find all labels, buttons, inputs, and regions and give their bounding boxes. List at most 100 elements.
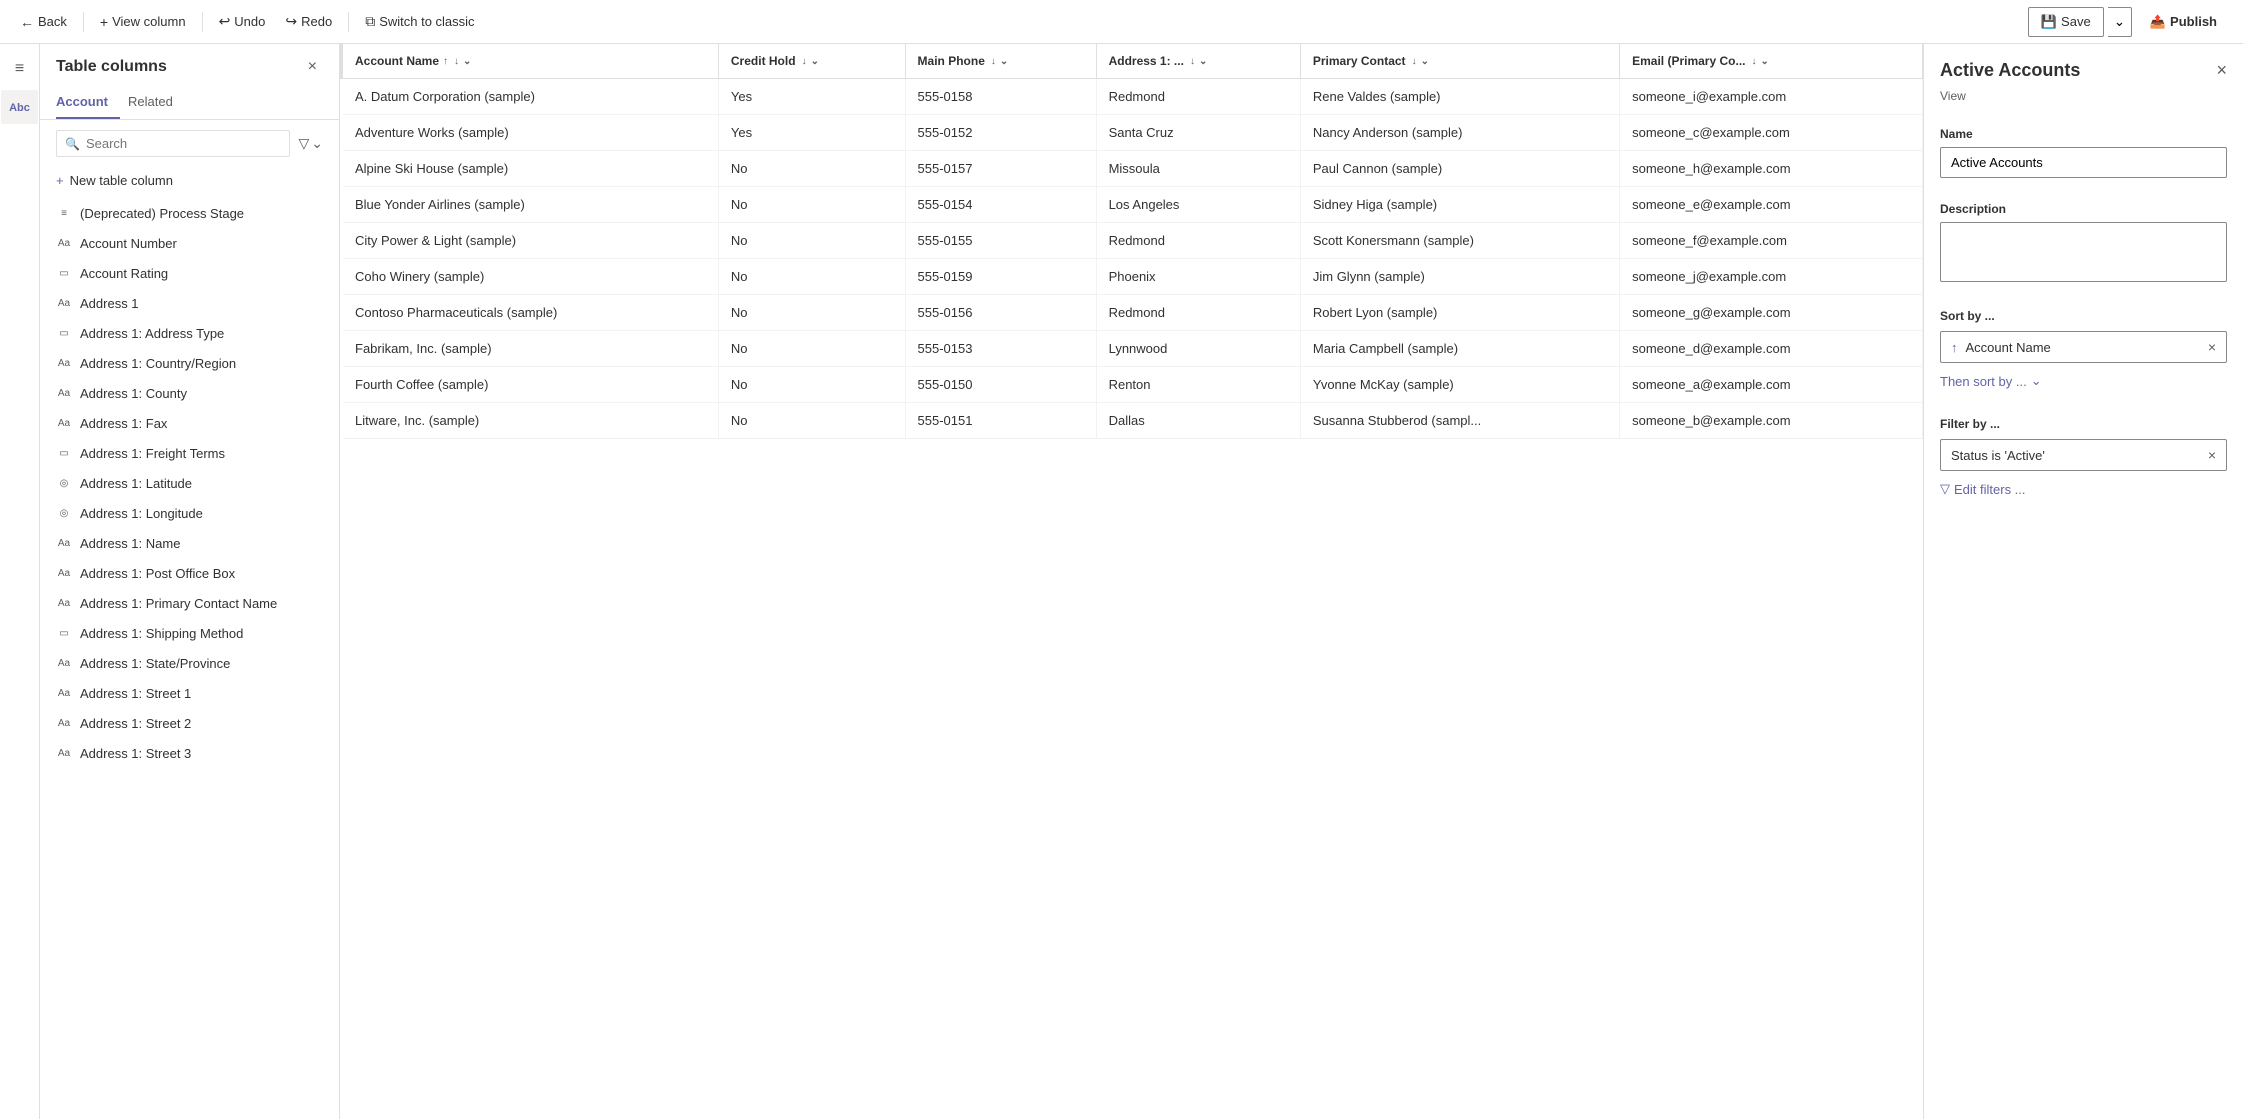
th-primary-contact[interactable]: Primary Contact↓⌄ — [1300, 44, 1619, 79]
cell-5-main_phone: 555-0159 — [905, 259, 1096, 295]
sort-label: Sort by ... — [1940, 309, 2227, 323]
save-button[interactable]: 💾 Save — [2028, 7, 2104, 37]
cell-2-main_phone: 555-0157 — [905, 151, 1096, 187]
sidebar-search-box[interactable]: 🔍 — [56, 130, 290, 157]
switch-label: Switch to classic — [379, 14, 474, 29]
sidebar-close-button[interactable]: × — [302, 56, 323, 78]
sort-down-icon-address1: ↓ — [1190, 56, 1195, 67]
sidebar-item-address1-fax[interactable]: Aa Address 1: Fax — [40, 408, 339, 438]
sidebar-item-address1-county[interactable]: Aa Address 1: County — [40, 378, 339, 408]
sidebar-item-address1-longitude[interactable]: ◎ Address 1: Longitude — [40, 498, 339, 528]
switch-to-classic-button[interactable]: ⧉ Switch to classic — [357, 9, 482, 34]
save-icon: 💾 — [2041, 14, 2057, 30]
sidebar-item-address1-pobox[interactable]: Aa Address 1: Post Office Box — [40, 558, 339, 588]
cell-9-primary_contact: Susanna Stubberod (sampl... — [1300, 403, 1619, 439]
sort-item-inner: ↑ Account Name — [1951, 340, 2051, 355]
then-sort-chevron-icon: ⌄ — [2031, 373, 2042, 389]
dropdown-icon-address1[interactable]: ⌄ — [1199, 56, 1207, 67]
th-main-phone[interactable]: Main Phone↓⌄ — [905, 44, 1096, 79]
sidebar-item-process-stage[interactable]: ≡ (Deprecated) Process Stage — [40, 198, 339, 228]
table-row[interactable]: Adventure Works (sample)Yes555-0152Santa… — [342, 115, 1923, 151]
table-body: A. Datum Corporation (sample)Yes555-0158… — [342, 79, 1923, 439]
sidebar-item-icon-address1-type: ▭ — [56, 325, 72, 341]
th-credit-hold[interactable]: Credit Hold↓⌄ — [718, 44, 905, 79]
cell-7-credit_hold: No — [718, 331, 905, 367]
table-row[interactable]: Fourth Coffee (sample)No555-0150RentonYv… — [342, 367, 1923, 403]
sidebar-item-address1-name[interactable]: Aa Address 1: Name — [40, 528, 339, 558]
sidebar-item-icon-address1-country: Aa — [56, 355, 72, 371]
sidebar-item-icon-address1: Aa — [56, 295, 72, 311]
cell-7-address1: Lynnwood — [1096, 331, 1300, 367]
sidebar-item-address1-primary-contact[interactable]: Aa Address 1: Primary Contact Name — [40, 588, 339, 618]
then-sort-button[interactable]: Then sort by ... ⌄ — [1940, 369, 2042, 393]
sort-down-icon-credit-hold: ↓ — [802, 56, 807, 67]
cell-2-primary_contact: Paul Cannon (sample) — [1300, 151, 1619, 187]
sidebar-item-address1-street1[interactable]: Aa Address 1: Street 1 — [40, 678, 339, 708]
dropdown-icon-main-phone[interactable]: ⌄ — [1000, 56, 1008, 67]
cell-1-main_phone: 555-0152 — [905, 115, 1096, 151]
sidebar-item-account-number[interactable]: Aa Account Number — [40, 228, 339, 258]
filter-section: Filter by ... Status is 'Active' × ▽ Edi… — [1924, 405, 2243, 513]
edit-filters-button[interactable]: ▽ Edit filters ... — [1940, 477, 2026, 501]
tab-related[interactable]: Related — [128, 86, 185, 119]
undo-button[interactable]: ↩ Undo — [211, 9, 274, 34]
cell-3-account_name: Blue Yonder Airlines (sample) — [342, 187, 719, 223]
th-address1[interactable]: Address 1: ...↓⌄ — [1096, 44, 1300, 79]
dropdown-icon-account-name[interactable]: ⌄ — [463, 56, 471, 67]
table-row[interactable]: Fabrikam, Inc. (sample)No555-0153Lynnwoo… — [342, 331, 1923, 367]
cell-7-primary_contact: Maria Campbell (sample) — [1300, 331, 1619, 367]
dropdown-icon-primary-contact[interactable]: ⌄ — [1421, 56, 1429, 67]
right-panel-close-button[interactable]: × — [2216, 60, 2227, 81]
sidebar-item-address1-street3[interactable]: Aa Address 1: Street 3 — [40, 738, 339, 768]
table-area: Account Name↑↓⌄Credit Hold↓⌄Main Phone↓⌄… — [340, 44, 1923, 1119]
save-caret-button[interactable]: ⌄ — [2108, 7, 2132, 37]
table-row[interactable]: Blue Yonder Airlines (sample)No555-0154L… — [342, 187, 1923, 223]
back-button[interactable]: ← Back — [12, 10, 75, 34]
table-row[interactable]: Litware, Inc. (sample)No555-0151DallasSu… — [342, 403, 1923, 439]
left-nav: ≡ Abc — [0, 44, 40, 1119]
dropdown-icon-credit-hold[interactable]: ⌄ — [811, 56, 819, 67]
hamburger-menu-button[interactable]: ≡ — [7, 52, 32, 86]
sidebar-item-address1-street2[interactable]: Aa Address 1: Street 2 — [40, 708, 339, 738]
sidebar-item-address1-state[interactable]: Aa Address 1: State/Province — [40, 648, 339, 678]
th-email[interactable]: Email (Primary Co...↓⌄ — [1620, 44, 1923, 79]
dropdown-icon-email[interactable]: ⌄ — [1760, 56, 1768, 67]
sort-remove-button[interactable]: × — [2208, 339, 2216, 355]
filter-remove-button[interactable]: × — [2208, 447, 2216, 463]
name-input[interactable] — [1940, 147, 2227, 178]
cell-1-credit_hold: Yes — [718, 115, 905, 151]
sidebar-item-address1-type[interactable]: ▭ Address 1: Address Type — [40, 318, 339, 348]
th-account-name[interactable]: Account Name↑↓⌄ — [342, 44, 719, 79]
sidebar-item-address1[interactable]: Aa Address 1 — [40, 288, 339, 318]
tab-account[interactable]: Account — [56, 86, 120, 119]
toolbar: ← Back + View column ↩ Undo ↪ Redo ⧉ Swi… — [0, 0, 2243, 44]
sidebar-item-address1-shipping[interactable]: ▭ Address 1: Shipping Method — [40, 618, 339, 648]
cell-4-email: someone_f@example.com — [1620, 223, 1923, 259]
search-input[interactable] — [86, 136, 282, 151]
right-panel-subtitle: View — [1924, 89, 2243, 115]
table-row[interactable]: Alpine Ski House (sample)No555-0157Misso… — [342, 151, 1923, 187]
right-panel-header: Active Accounts × — [1924, 44, 2243, 89]
table-row[interactable]: A. Datum Corporation (sample)Yes555-0158… — [342, 79, 1923, 115]
sidebar-item-address1-freight[interactable]: ▭ Address 1: Freight Terms — [40, 438, 339, 468]
publish-button[interactable]: 📤 Publish — [2136, 8, 2231, 36]
sidebar-item-account-rating[interactable]: ▭ Account Rating — [40, 258, 339, 288]
abc-nav-button[interactable]: Abc — [1, 90, 38, 124]
th-label-email: Email (Primary Co... — [1632, 54, 1745, 68]
cell-0-address1: Redmond — [1096, 79, 1300, 115]
filter-chevron-icon: ⌄ — [311, 135, 323, 152]
cell-9-main_phone: 555-0151 — [905, 403, 1096, 439]
redo-button[interactable]: ↪ Redo — [277, 9, 340, 34]
table-row[interactable]: City Power & Light (sample)No555-0155Red… — [342, 223, 1923, 259]
new-table-column-button[interactable]: + New table column — [40, 167, 339, 194]
filter-icon-button[interactable]: ▽ ⌄ — [298, 135, 323, 152]
cell-8-account_name: Fourth Coffee (sample) — [342, 367, 719, 403]
sidebar-item-address1-country[interactable]: Aa Address 1: Country/Region — [40, 348, 339, 378]
sidebar-item-icon-address1-latitude: ◎ — [56, 475, 72, 491]
cell-2-credit_hold: No — [718, 151, 905, 187]
view-column-button[interactable]: + View column — [92, 10, 194, 34]
description-textarea[interactable] — [1940, 222, 2227, 282]
table-row[interactable]: Contoso Pharmaceuticals (sample)No555-01… — [342, 295, 1923, 331]
table-row[interactable]: Coho Winery (sample)No555-0159PhoenixJim… — [342, 259, 1923, 295]
sidebar-item-address1-latitude[interactable]: ◎ Address 1: Latitude — [40, 468, 339, 498]
